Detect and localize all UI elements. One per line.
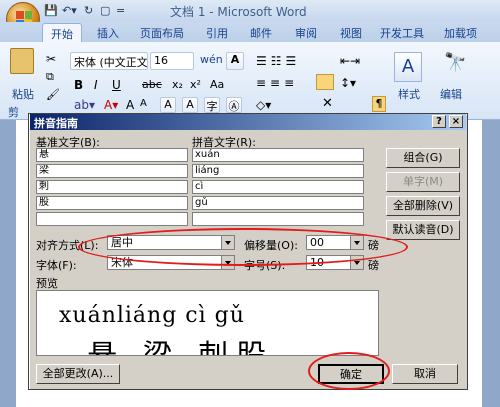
- base-text-cell[interactable]: 梁: [36, 164, 188, 178]
- strikethrough-icon[interactable]: abc: [142, 78, 162, 91]
- preview-box: xuánliáng cì gǔ 悬 梁 刺股: [36, 290, 379, 356]
- paragraph-mark-icon[interactable]: ¶: [372, 96, 386, 112]
- base-text-cell[interactable]: 悬: [36, 148, 188, 162]
- paste-label[interactable]: 粘贴: [12, 86, 34, 102]
- change-case-icon[interactable]: Aa: [210, 78, 224, 91]
- tab-insert[interactable]: 插入: [97, 25, 119, 41]
- pinyin-text-cell[interactable]: [192, 212, 364, 226]
- pinyin-text-cell[interactable]: cì: [192, 180, 364, 194]
- styles-label[interactable]: 样式: [398, 86, 420, 102]
- pinyin-text-cell[interactable]: liáng: [192, 164, 364, 178]
- superscript-icon[interactable]: x²: [190, 78, 201, 91]
- pinyin-text-cell[interactable]: gǔ: [192, 196, 364, 210]
- annotation-ellipse-ok: [308, 352, 390, 390]
- cut-icon[interactable]: ✂: [46, 52, 56, 66]
- font-size-combo[interactable]: 16: [150, 52, 194, 70]
- change-all-button[interactable]: 全部更改(A)...: [36, 364, 120, 384]
- tab-review[interactable]: 审阅: [295, 25, 317, 41]
- group-button[interactable]: 组合(G): [386, 148, 460, 168]
- window-title: 文档 1 - Microsoft Word: [170, 5, 307, 19]
- size-unit: 磅: [368, 259, 379, 272]
- subscript-icon[interactable]: x₂: [172, 78, 183, 91]
- bold-icon[interactable]: B: [74, 78, 83, 92]
- base-text-cell[interactable]: [36, 212, 188, 226]
- cancel-button[interactable]: 取消: [392, 364, 458, 384]
- styles-icon[interactable]: A: [394, 52, 422, 82]
- show-marks-icon[interactable]: ✕: [322, 96, 333, 111]
- preview-pinyin: xuánliáng cì gǔ: [59, 303, 245, 328]
- font-color-icon[interactable]: A▾: [104, 98, 118, 112]
- list-icons[interactable]: ☰☷☰: [256, 54, 300, 68]
- annotation-ellipse-settings: [78, 228, 408, 266]
- font-name-combo[interactable]: 宋体 (中文正文: [70, 52, 148, 70]
- format-painter-icon[interactable]: 🖌: [46, 88, 60, 101]
- phonetic-guide-icon[interactable]: wén: [200, 53, 223, 66]
- underline-icon[interactable]: U: [112, 78, 121, 92]
- shading-icon[interactable]: ◇▾: [256, 98, 271, 112]
- qat-customize-icon[interactable]: =: [116, 4, 125, 18]
- single-char-button[interactable]: 单字(M): [386, 172, 460, 192]
- tab-developer[interactable]: 开发工具: [380, 25, 424, 41]
- char-shading-icon[interactable]: A: [160, 97, 176, 113]
- char-scale-icon[interactable]: Ⓐ: [226, 97, 242, 113]
- copy-icon[interactable]: ⧉: [46, 70, 54, 84]
- dialog-title: 拼音指南: [34, 117, 78, 130]
- find-icon[interactable]: 🔭: [444, 52, 466, 73]
- save-icon[interactable]: 💾: [44, 4, 58, 18]
- undo-icon[interactable]: ↶▾: [62, 4, 77, 18]
- clipboard-group-label: 剪: [8, 106, 19, 119]
- paste-icon[interactable]: [10, 48, 34, 74]
- clear-all-button[interactable]: 全部删除(V): [386, 196, 460, 216]
- editing-label[interactable]: 编辑: [440, 86, 462, 102]
- highlight-icon[interactable]: ab▾: [74, 98, 95, 112]
- preview-base-text: 悬 梁 刺股: [87, 331, 274, 355]
- font-label: 字体(F):: [36, 259, 77, 272]
- dialog-title-bar: [30, 114, 466, 130]
- close-button[interactable]: ×: [449, 115, 463, 128]
- indent-icons[interactable]: ⇤⇥: [340, 54, 360, 68]
- base-text-cell[interactable]: 刺: [36, 180, 188, 194]
- tab-addins[interactable]: 加载项: [444, 25, 477, 41]
- help-button[interactable]: ?: [432, 115, 446, 128]
- justify-icon[interactable]: [316, 74, 334, 90]
- char-border-icon[interactable]: A: [226, 52, 244, 70]
- new-doc-icon[interactable]: ▢: [100, 4, 110, 18]
- tab-home[interactable]: 开始: [42, 23, 82, 42]
- tab-mailings[interactable]: 邮件: [250, 25, 272, 41]
- grow-font-icon[interactable]: A: [126, 98, 134, 112]
- tab-references[interactable]: 引用: [206, 25, 228, 41]
- italic-icon[interactable]: I: [94, 78, 98, 92]
- shrink-font-icon[interactable]: A: [140, 98, 147, 109]
- clear-format-icon[interactable]: A: [182, 97, 198, 113]
- line-spacing-icon[interactable]: ↕▾: [340, 76, 356, 90]
- preview-label: 预览: [36, 277, 58, 290]
- base-text-cell[interactable]: 股: [36, 196, 188, 210]
- redo-icon[interactable]: ↻: [84, 4, 93, 18]
- tab-page-layout[interactable]: 页面布局: [140, 25, 184, 41]
- align-icons[interactable]: ≡≡≡: [256, 76, 298, 90]
- tab-view[interactable]: 视图: [340, 25, 362, 41]
- pinyin-text-cell[interactable]: xuán: [192, 148, 364, 162]
- enclose-char-icon[interactable]: 字: [204, 97, 220, 113]
- default-reading-button[interactable]: 默认读音(D): [386, 220, 460, 240]
